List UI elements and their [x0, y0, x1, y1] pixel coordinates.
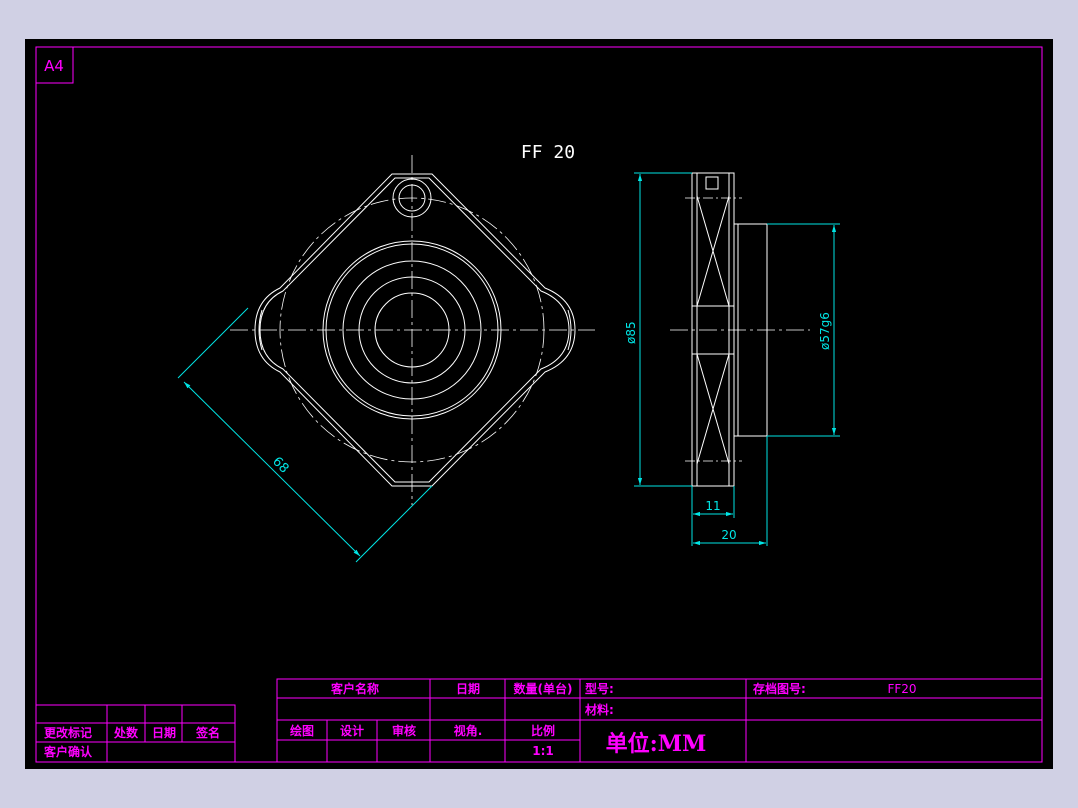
rev-location-label: 处数: [113, 725, 139, 740]
side-centerlines: [670, 197, 810, 462]
tb-customer-name-label: 客户名称: [330, 681, 379, 696]
tb-drawn-label: 绘图: [290, 723, 314, 738]
tb-scale-label: 比例: [531, 723, 555, 738]
tb-unit-label: 单位:MM: [606, 731, 707, 757]
tb-archive-no-value: FF20: [887, 682, 916, 696]
tb-quantity-label: 数量(单台): [514, 681, 573, 696]
rev-customer-confirm-label: 客户确认: [43, 744, 93, 759]
tb-material-label: 材料:: [584, 702, 614, 717]
tb-design-label: 设计: [340, 723, 364, 738]
rev-change-mark-label: 更改标记: [44, 725, 92, 740]
dim-pilot-diameter-label: ø57g6: [818, 312, 832, 350]
tb-scale-value: 1:1: [532, 744, 554, 758]
cad-drawing: A4 FF 20 68 ø85 ø57g6 11 20 客户名称 日期 数量(单…: [35, 46, 1043, 763]
tb-model-label: 型号:: [585, 681, 614, 696]
front-centerlines: [230, 155, 595, 505]
side-flange: [691, 172, 735, 487]
rev-date-label: 日期: [152, 725, 176, 740]
tb-view-angle-label: 视角.: [454, 723, 483, 738]
dim-outer-diameter: [634, 172, 692, 487]
dim-flange-thickness-label: 11: [705, 499, 720, 513]
tb-date-label: 日期: [456, 681, 480, 696]
dim-diagonal-label: 68: [269, 454, 291, 476]
side-view: [691, 172, 768, 487]
part-title: FF 20: [521, 142, 575, 163]
dim-diagonal: [177, 307, 433, 563]
rev-signature-label: 签名: [195, 725, 220, 740]
dim-overall-length-label: 20: [721, 528, 736, 542]
tb-review-label: 审核: [392, 723, 416, 738]
sheet-size-label: A4: [44, 57, 64, 75]
tb-archive-no-label: 存档图号:: [752, 681, 806, 696]
dim-outer-diameter-label: ø85: [624, 321, 638, 344]
